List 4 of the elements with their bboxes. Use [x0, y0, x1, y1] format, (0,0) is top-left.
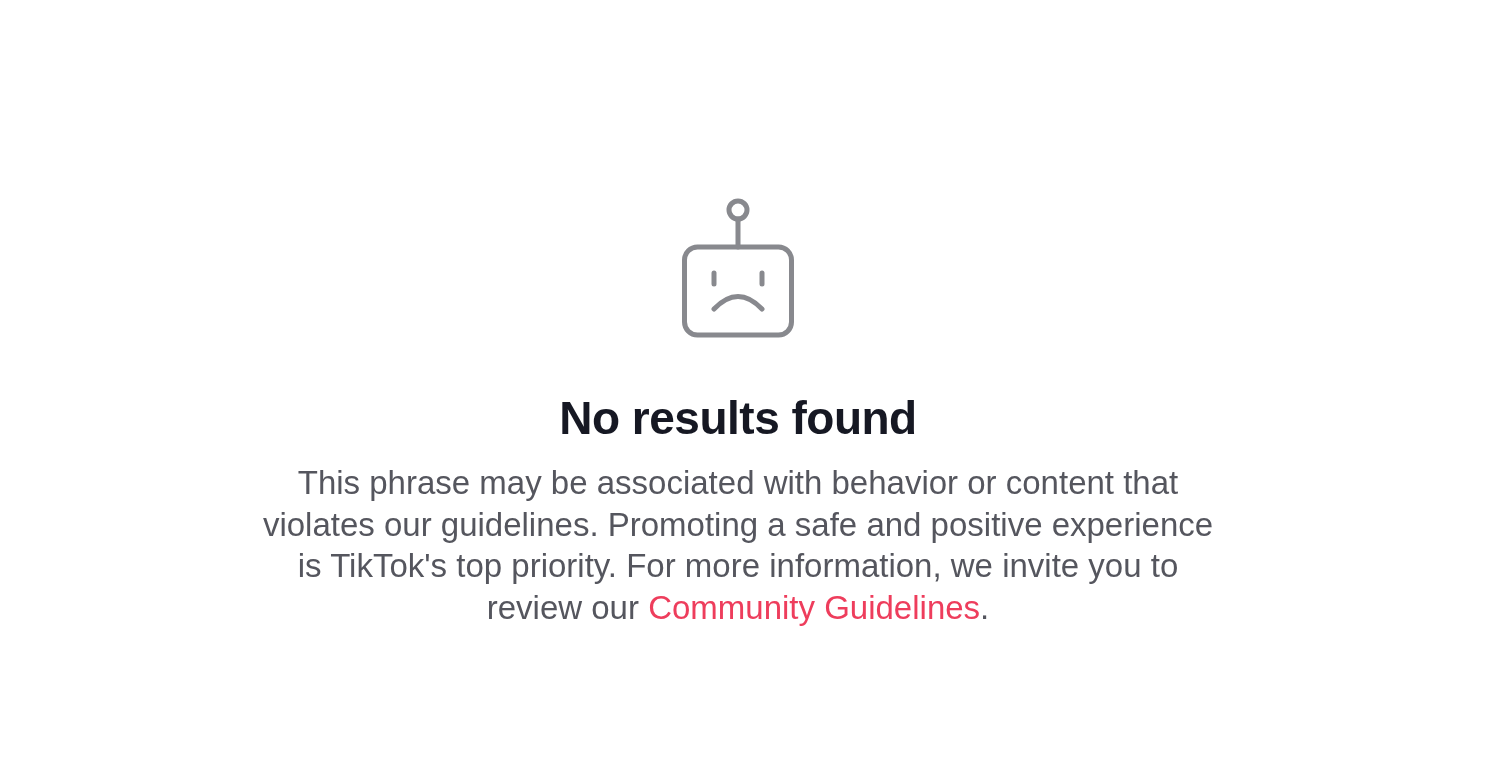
- community-guidelines-link[interactable]: Community Guidelines: [648, 588, 981, 626]
- message-text: This phrase may be associated with behavior or content that violates our guidelines. Promoting a safe and positive experience is TikTok's top priority. For more information, we invite you to review our Community Guidelines.: [261, 463, 1215, 628]
- sad-robot-icon: [680, 196, 796, 340]
- empty-state-title: No results found: [559, 392, 917, 444]
